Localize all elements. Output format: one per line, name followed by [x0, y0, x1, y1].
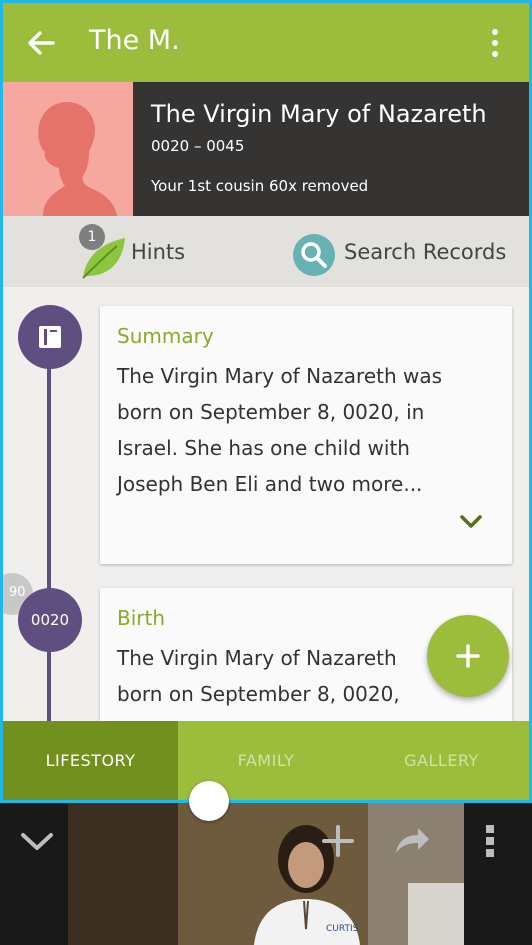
side-year-chip-text: 90: [9, 585, 26, 600]
bottom-tab-bar: LIFESTORY FAMILY GALLERY: [3, 721, 529, 800]
book-icon: [39, 326, 61, 348]
female-silhouette-icon: [38, 102, 117, 216]
profile-name: The Virgin Mary of Nazareth: [151, 100, 487, 128]
timeline-line: [47, 343, 51, 723]
profile-header: The Virgin Mary of Nazareth 0020 – 0045 …: [3, 82, 529, 216]
camera-photo-shirt-text: CURTIS: [326, 924, 359, 934]
chevron-down-icon[interactable]: [458, 512, 484, 532]
avatar[interactable]: [3, 82, 133, 216]
more-vertical-icon[interactable]: [480, 823, 500, 859]
share-icon[interactable]: [392, 825, 432, 857]
summary-text: The Virgin Mary of Nazareth was born on …: [117, 364, 443, 496]
camera-preview-panel: CURTIS: [0, 803, 532, 945]
hints-count-badge: 1: [79, 224, 105, 250]
birth-marker: 0020: [18, 588, 82, 652]
birth-heading: Birth: [117, 606, 166, 630]
search-records-button[interactable]: Search Records: [291, 222, 527, 282]
hints-button[interactable]: 1 Hints: [73, 222, 223, 282]
hints-label: Hints: [131, 240, 186, 264]
tab-gallery[interactable]: GALLERY: [354, 721, 529, 800]
page-title: The M.: [89, 25, 180, 56]
search-icon-circle: [293, 234, 335, 276]
search-records-label: Search Records: [344, 240, 507, 264]
summary-marker: [18, 305, 82, 369]
profile-years: 0020 – 0045: [151, 137, 245, 155]
app-window: The M. The Virgin Mary of Nazareth 0020 …: [0, 0, 532, 803]
more-vertical-icon[interactable]: [487, 27, 503, 59]
app-bar: The M.: [3, 3, 529, 82]
chevron-down-icon[interactable]: [18, 829, 56, 855]
search-icon: [301, 242, 327, 268]
action-row: 1 Hints Search Records: [3, 216, 529, 287]
summary-heading: Summary: [117, 324, 214, 348]
drag-handle[interactable]: [189, 781, 229, 821]
profile-relationship: Your 1st cousin 60x removed: [151, 177, 369, 195]
plus-icon[interactable]: [320, 823, 356, 859]
arrow-left-icon[interactable]: [25, 27, 57, 59]
summary-card[interactable]: Summary The Virgin Mary of Nazareth was …: [100, 306, 512, 564]
birth-year-label: 0020: [30, 611, 70, 629]
tab-lifestory[interactable]: LIFESTORY: [3, 721, 178, 800]
add-fab-button[interactable]: [427, 615, 509, 697]
plus-icon: [456, 644, 480, 668]
